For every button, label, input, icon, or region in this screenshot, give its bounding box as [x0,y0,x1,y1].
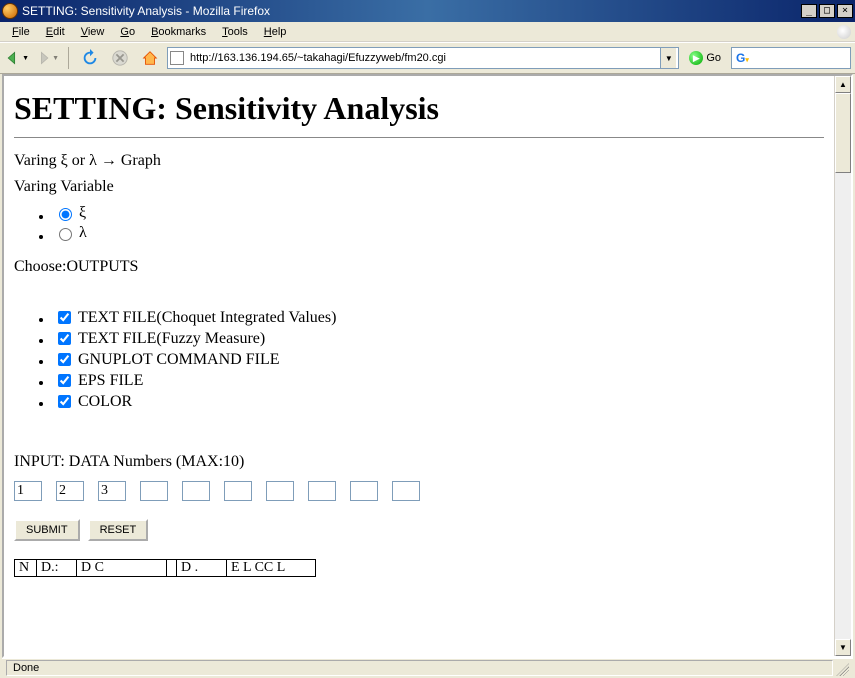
divider [14,137,824,138]
menu-go[interactable]: Go [112,24,143,40]
close-button[interactable]: × [837,4,853,18]
forward-dropdown-icon: ▼ [52,55,59,62]
check-choquet[interactable] [58,311,71,324]
scroll-track[interactable] [835,173,851,639]
back-arrow-icon [5,49,21,67]
menubar: File Edit View Go Bookmarks Tools Help [0,22,855,42]
url-input[interactable] [188,51,660,65]
choose-outputs-label: Choose:OUTPUTS [14,258,824,276]
table-cell: D . [176,559,226,577]
num-input-7[interactable] [266,481,294,501]
page-heading: SETTING: Sensitivity Analysis [14,90,824,127]
menu-file[interactable]: File [4,24,38,40]
reload-icon [81,49,99,67]
window-title: SETTING: Sensitivity Analysis - Mozilla … [22,4,799,18]
check-fuzzy-label: TEXT FILE(Fuzzy Measure) [78,330,265,348]
go-button[interactable]: ▶ Go [683,49,727,67]
check-eps[interactable] [58,374,71,387]
firefox-icon [2,3,18,19]
forward-arrow-icon [35,49,51,67]
resize-grip-icon[interactable] [833,660,849,676]
toolbar-separator [68,47,69,69]
num-input-8[interactable] [308,481,336,501]
check-color-label: COLOR [78,393,132,411]
home-icon [141,49,159,67]
menu-tools[interactable]: Tools [214,24,256,40]
status-text: Done [6,660,833,676]
radio-lambda[interactable] [59,228,72,241]
varying-variable-list: ξ λ [14,204,824,242]
reset-button[interactable]: RESET [88,519,149,541]
varying-variable-label: Varing Variable [14,178,824,196]
vertical-scrollbar[interactable]: ▲ ▼ [834,76,851,656]
content-viewport: SETTING: Sensitivity Analysis Varing ξ o… [2,74,853,658]
check-fuzzy[interactable] [58,332,71,345]
num-input-6[interactable] [224,481,252,501]
maximize-button[interactable]: □ [819,4,835,18]
radio-xi-label: ξ [79,204,86,222]
back-dropdown-icon: ▼ [22,55,29,62]
num-input-3[interactable] [98,481,126,501]
num-input-1[interactable] [14,481,42,501]
input-numbers-label: INPUT: DATA Numbers (MAX:10) [14,453,824,471]
scroll-up-button[interactable]: ▲ [835,76,851,93]
table-cell: E L CC L [226,559,316,577]
go-icon: ▶ [689,51,703,65]
num-input-2[interactable] [56,481,84,501]
stop-button[interactable] [107,45,133,71]
num-input-5[interactable] [182,481,210,501]
reload-button[interactable] [77,45,103,71]
page-content: SETTING: Sensitivity Analysis Varing ξ o… [4,76,834,656]
home-button[interactable] [137,45,163,71]
number-inputs-row [14,481,824,501]
intro-text: Varing ξ or λ → Graph [14,152,824,170]
back-button[interactable]: ▼ [4,45,30,71]
throbber-icon [837,25,851,39]
minimize-button[interactable]: _ [801,4,817,18]
radio-lambda-label: λ [79,224,87,242]
table-cell: D C [76,559,166,577]
statusbar: Done [2,658,853,676]
outputs-list: TEXT FILE(Choquet Integrated Values) TEX… [14,308,824,411]
check-eps-label: EPS FILE [78,372,143,390]
scroll-thumb[interactable] [835,93,851,173]
check-gnuplot-label: GNUPLOT COMMAND FILE [78,351,280,369]
menu-bookmarks[interactable]: Bookmarks [143,24,214,40]
menu-view[interactable]: View [73,24,113,40]
form-buttons: SUBMIT RESET [14,519,824,541]
scroll-down-button[interactable]: ▼ [835,639,851,656]
search-box[interactable]: G▾ [731,47,851,69]
stop-icon [111,49,129,67]
check-choquet-label: TEXT FILE(Choquet Integrated Values) [78,309,336,327]
google-icon: G▾ [736,51,749,65]
forward-button[interactable]: ▼ [34,45,60,71]
num-input-4[interactable] [140,481,168,501]
url-bar[interactable]: ▼ [167,47,679,69]
submit-button[interactable]: SUBMIT [14,519,80,541]
url-dropdown-button[interactable]: ▼ [660,48,676,68]
page-favicon-icon [170,51,184,65]
window-titlebar: SETTING: Sensitivity Analysis - Mozilla … [0,0,855,22]
radio-xi[interactable] [59,208,72,221]
table-cell: D.: [36,559,76,577]
navigation-toolbar: ▼ ▼ ▼ ▶ Go G▾ [0,42,855,74]
window-buttons: _ □ × [799,4,853,18]
check-color[interactable] [58,395,71,408]
go-label: Go [706,52,721,64]
menu-edit[interactable]: Edit [38,24,73,40]
num-input-9[interactable] [350,481,378,501]
table-cell [166,559,176,577]
check-gnuplot[interactable] [58,353,71,366]
table-cell: N [14,559,36,577]
menu-help[interactable]: Help [256,24,295,40]
result-table-partial: N D.: D C D . E L CC L [14,559,824,577]
num-input-10[interactable] [392,481,420,501]
